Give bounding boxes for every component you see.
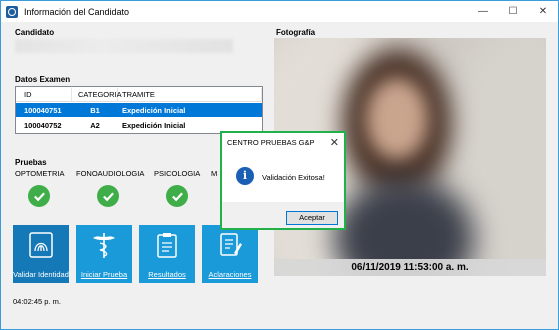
clipboard-icon (157, 233, 177, 258)
clarifications-label: Aclaraciones (208, 270, 252, 279)
row-category: A2 (90, 120, 100, 130)
row-tramite: Expedición Inicial (122, 105, 186, 115)
main-window: Información del Candidato — ☐ ✕ Candidat… (0, 0, 559, 330)
test-optometria-label: OPTOMETRIA (15, 169, 65, 178)
dialog-title: CENTRO PRUEBAS G&P (227, 138, 315, 147)
clock: 04:02:45 p. m. (13, 297, 61, 306)
column-header-id[interactable]: ID (16, 87, 72, 102)
row-tramite: Expedición Inicial (122, 120, 186, 130)
table-row[interactable]: 100040752 A2 Expedición Inicial (16, 118, 262, 132)
app-icon (6, 5, 18, 18)
clarifications-button[interactable]: Aclaraciones (202, 225, 258, 283)
dialog-title-bar: CENTRO PRUEBAS G&P ✕ (222, 133, 344, 152)
start-test-button[interactable]: Iniciar Prueba (76, 225, 132, 283)
window-controls: — ☐ ✕ (468, 1, 558, 22)
start-test-label: Iniciar Prueba (80, 270, 128, 279)
validate-identity-label: Validar Identidad (13, 270, 69, 279)
row-id: 100040752 (24, 120, 62, 130)
photo-face (366, 78, 428, 160)
accept-button[interactable]: Aceptar (286, 211, 338, 225)
window-title: Información del Candidato (24, 6, 130, 17)
candidate-label: Candidato (15, 28, 55, 37)
dialog-message: Validación Exitosa! (262, 173, 325, 182)
caduceus-icon (93, 233, 115, 258)
table-header: ID CATEGORIA TRAMITE (16, 87, 262, 102)
message-dialog: CENTRO PRUEBAS G&P ✕ i Validación Exitos… (220, 131, 346, 230)
check-icon (166, 185, 188, 207)
info-icon: i (236, 167, 254, 185)
exam-table: ID CATEGORIA TRAMITE 100040751 B1 Expedi… (15, 86, 263, 134)
title-bar: Información del Candidato — ☐ ✕ (1, 1, 558, 22)
photo-label: Fotografía (276, 28, 316, 37)
candidate-name-blurred (15, 39, 233, 53)
check-icon (28, 185, 50, 207)
close-icon[interactable]: ✕ (330, 136, 339, 149)
exam-data-label: Datos Examen (15, 75, 71, 84)
column-header-tramite[interactable]: TRAMITE (118, 87, 262, 102)
test-psicologia-label: PSICOLOGIA (154, 169, 201, 178)
row-category: B1 (90, 105, 100, 115)
column-header-category[interactable]: CATEGORIA (72, 87, 122, 102)
table-row[interactable]: 100040751 B1 Expedición Inicial (16, 103, 262, 117)
results-button[interactable]: Resultados (139, 225, 195, 283)
maximize-icon[interactable]: ☐ (498, 1, 528, 22)
test-fonoaudiologia-label: FONOAUDIOLOGIA (76, 169, 145, 178)
dialog-body: i Validación Exitosa! (222, 152, 344, 202)
fingerprint-icon (29, 232, 53, 258)
results-label: Resultados (148, 270, 186, 279)
test-m-label: M (211, 169, 218, 178)
validate-identity-button[interactable]: Validar Identidad (13, 225, 69, 283)
tests-label: Pruebas (15, 158, 47, 167)
notes-icon (220, 233, 242, 256)
row-id: 100040751 (24, 105, 62, 115)
photo-timestamp: 06/11/2019 11:53:00 a. m. (274, 259, 546, 276)
minimize-icon[interactable]: — (468, 1, 498, 22)
check-icon (97, 185, 119, 207)
close-icon[interactable]: ✕ (528, 1, 558, 22)
